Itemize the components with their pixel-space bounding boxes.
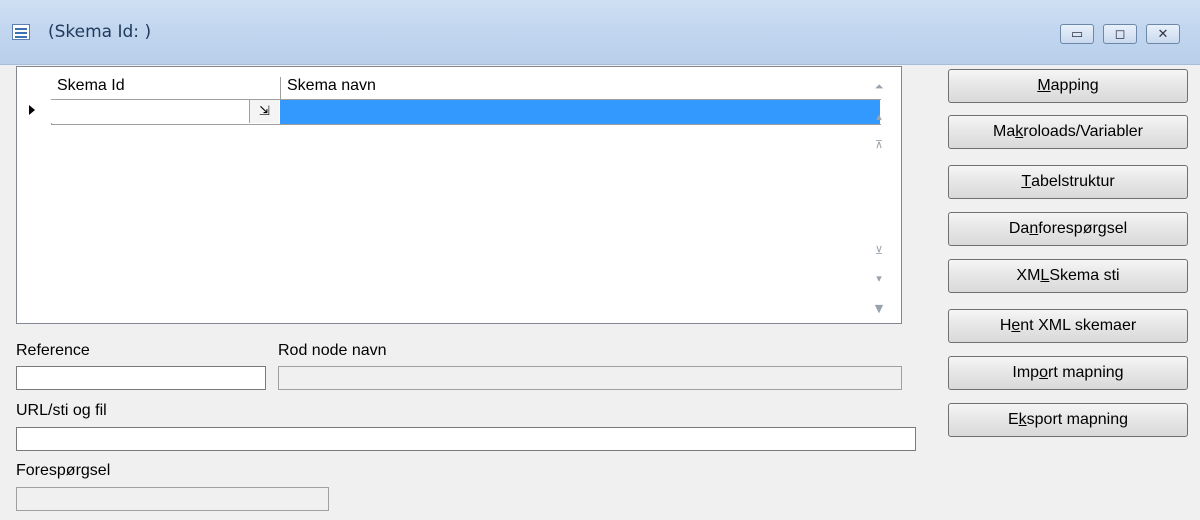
rod-node-navn-label: Rod node navn <box>278 342 387 359</box>
dropdown-icon: ⇲ <box>259 104 270 119</box>
maximize-icon: ◻ <box>1114 26 1126 42</box>
reference-label: Reference <box>16 342 90 359</box>
minimize-icon: ▭ <box>1070 26 1084 42</box>
dan-forespoergsel-button[interactable]: Da n forespørgsel <box>948 212 1188 246</box>
column-header-skema-id[interactable]: Skema Id <box>57 77 125 95</box>
window-title: (Skema Id: ) <box>48 22 152 42</box>
rod-node-navn-field[interactable] <box>278 366 902 390</box>
window-title-bar[interactable]: (Skema Id: ) ▭ ◻ ✕ <box>0 0 1200 65</box>
minimize-button[interactable]: ▭ <box>1060 24 1094 44</box>
tabelstruktur-button[interactable]: Tabelstruktur <box>948 165 1188 199</box>
forespoergsel-field[interactable] <box>16 487 329 511</box>
last-record-icon[interactable]: ▼ <box>869 301 889 317</box>
xml-skema-sti-button[interactable]: XM L Skema sti <box>948 259 1188 293</box>
close-button[interactable]: ✕ <box>1146 24 1180 44</box>
form-icon <box>12 24 30 40</box>
makroloads-variabler-button[interactable]: Ma k roloads/Variabler <box>948 115 1188 149</box>
eksport-mapning-button[interactable]: Ek sport mapning <box>948 403 1188 437</box>
previous-record-icon[interactable]: ⊼ <box>869 137 889 153</box>
current-record-indicator[interactable] <box>29 105 35 115</box>
skema-id-cell[interactable] <box>51 100 249 123</box>
close-icon: ✕ <box>1157 26 1169 42</box>
hent-xml-skemaer-button[interactable]: He nt XML skemaer <box>948 309 1188 343</box>
next-record-icon[interactable]: ⊻ <box>869 243 889 259</box>
skema-navn-cell[interactable] <box>280 100 880 124</box>
url-field[interactable] <box>16 427 916 451</box>
mapping-button[interactable]: Mapping <box>948 69 1188 103</box>
url-label: URL/sti og fil <box>16 402 107 419</box>
column-header-skema-navn[interactable]: Skema navn <box>287 77 376 95</box>
schema-datasheet[interactable]: Skema Id Skema navn ⇲ ⏶ ▴ ⊼ ⊻ ▾ ▼ <box>16 66 902 324</box>
skema-id-dropdown-button[interactable]: ⇲ <box>249 100 279 123</box>
next-page-icon[interactable]: ▾ <box>869 271 889 287</box>
import-mapning-button[interactable]: Imp o rt mapning <box>948 356 1188 390</box>
maximize-button[interactable]: ◻ <box>1103 24 1137 44</box>
row-divider <box>51 124 881 125</box>
forespoergsel-label: Forespørgsel <box>16 462 111 479</box>
first-record-icon[interactable]: ⏶ <box>869 79 889 95</box>
previous-page-icon[interactable]: ▴ <box>869 109 889 125</box>
reference-field[interactable] <box>16 366 266 390</box>
